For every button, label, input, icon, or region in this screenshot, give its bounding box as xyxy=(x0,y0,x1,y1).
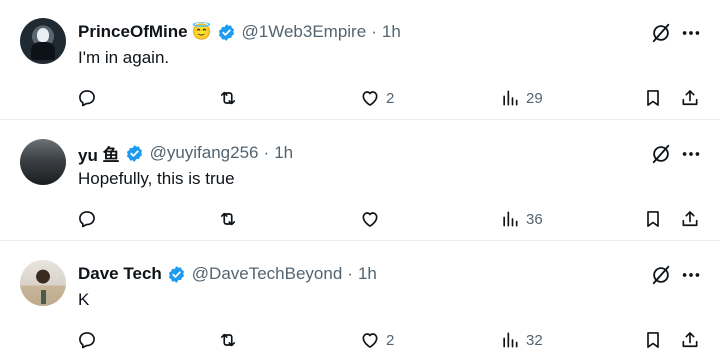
like-icon xyxy=(362,212,378,227)
avatar[interactable] xyxy=(20,18,66,64)
share-button[interactable] xyxy=(680,328,700,352)
timestamp[interactable]: 1h xyxy=(382,22,401,42)
share-button[interactable] xyxy=(680,86,700,110)
timestamp[interactable]: 1h xyxy=(274,143,293,163)
views-icon xyxy=(503,90,518,106)
like-count: 2 xyxy=(386,331,395,349)
retweet-icon xyxy=(220,333,236,347)
tweet[interactable]: Dave Tech @DaveTechBeyond · 1h K 2 32 xyxy=(0,242,720,361)
action-bar: 2 32 xyxy=(0,328,720,352)
tweet-text: Hopefully, this is true xyxy=(78,169,235,188)
display-name[interactable]: PrinceOfMine xyxy=(78,22,188,42)
bookmark-button[interactable] xyxy=(643,86,663,110)
retweet-button[interactable] xyxy=(218,86,244,110)
reply-feed: PrinceOfMine 😇 @1Web3Empire · 1h I'm in … xyxy=(0,0,720,361)
like-button[interactable]: 2 xyxy=(360,86,394,110)
avatar[interactable] xyxy=(20,139,66,185)
share-icon xyxy=(682,90,698,106)
like-count: 2 xyxy=(386,89,395,107)
name-emoji: 😇 xyxy=(191,24,212,41)
share-icon xyxy=(682,332,698,348)
tweet-header: PrinceOfMine 😇 @1Web3Empire · 1h xyxy=(78,20,401,44)
user-handle[interactable]: @yuyifang256 xyxy=(150,143,259,163)
reply-icon xyxy=(79,211,95,228)
like-button[interactable]: 2 xyxy=(360,328,394,352)
action-bar: 36 xyxy=(0,207,720,231)
separator: · xyxy=(347,264,353,283)
more-icon[interactable] xyxy=(680,143,702,165)
reply-button[interactable] xyxy=(77,328,103,352)
separator: · xyxy=(371,22,377,41)
views-button[interactable]: 32 xyxy=(500,328,543,352)
bookmark-button[interactable] xyxy=(643,328,663,352)
view-count: 36 xyxy=(526,210,543,228)
retweet-icon xyxy=(220,212,236,226)
view-count: 32 xyxy=(526,331,543,349)
user-handle[interactable]: @DaveTechBeyond xyxy=(192,264,343,284)
tweet-header: Dave Tech @DaveTechBeyond · 1h xyxy=(78,262,377,286)
verified-badge-icon xyxy=(126,144,142,162)
views-button[interactable]: 36 xyxy=(500,207,543,231)
user-handle[interactable]: @1Web3Empire xyxy=(242,22,367,42)
share-icon xyxy=(682,211,698,227)
tweet-text: I'm in again. xyxy=(78,48,170,67)
like-button[interactable] xyxy=(360,207,386,231)
like-icon xyxy=(362,333,378,348)
tweet-header: yu 鱼 @yuyifang256 · 1h xyxy=(78,141,293,165)
retweet-button[interactable] xyxy=(218,328,244,352)
bookmark-icon xyxy=(647,90,659,106)
grok-icon[interactable] xyxy=(650,22,672,44)
more-icon[interactable] xyxy=(680,22,702,44)
reply-button[interactable] xyxy=(77,86,103,110)
reply-button[interactable] xyxy=(77,207,103,231)
views-icon xyxy=(503,211,518,227)
bookmark-button[interactable] xyxy=(643,207,663,231)
more-icon[interactable] xyxy=(680,264,702,286)
bookmark-icon xyxy=(647,332,659,348)
reply-icon xyxy=(79,90,95,107)
grok-icon[interactable] xyxy=(650,264,672,286)
tweet-text: K xyxy=(78,290,90,309)
timestamp[interactable]: 1h xyxy=(358,264,377,284)
like-icon xyxy=(362,91,378,106)
action-bar: 2 29 xyxy=(0,86,720,110)
reply-icon xyxy=(79,332,95,349)
display-name[interactable]: Dave Tech xyxy=(78,264,162,284)
avatar[interactable] xyxy=(20,260,66,306)
tweet[interactable]: PrinceOfMine 😇 @1Web3Empire · 1h I'm in … xyxy=(0,0,720,120)
views-button[interactable]: 29 xyxy=(500,86,543,110)
retweet-icon xyxy=(220,91,236,105)
bookmark-icon xyxy=(647,211,659,227)
verified-badge-icon xyxy=(168,265,184,283)
view-count: 29 xyxy=(526,89,543,107)
separator: · xyxy=(263,143,270,162)
share-button[interactable] xyxy=(680,207,700,231)
verified-badge-icon xyxy=(218,23,234,41)
tweet[interactable]: yu 鱼 @yuyifang256 · 1h Hopefully, this i… xyxy=(0,121,720,241)
grok-icon[interactable] xyxy=(650,143,672,165)
display-name[interactable]: yu 鱼 xyxy=(78,141,120,166)
views-icon xyxy=(503,332,518,348)
retweet-button[interactable] xyxy=(218,207,244,231)
